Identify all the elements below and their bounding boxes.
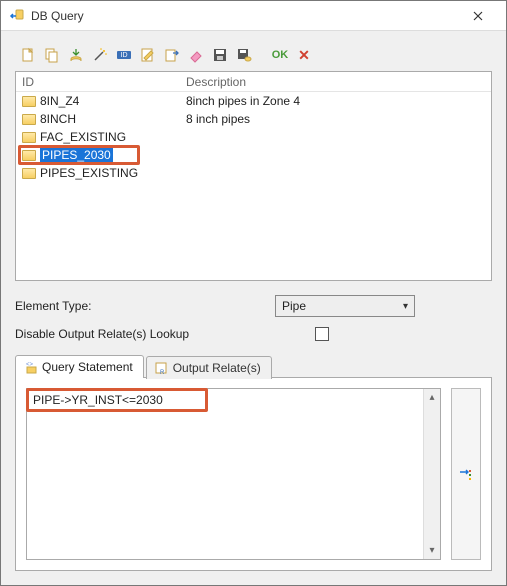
disable-lookup-label: Disable Output Relate(s) Lookup	[15, 327, 315, 341]
svg-text:ID: ID	[121, 52, 128, 59]
save-db-icon[interactable]	[235, 46, 253, 64]
header-desc[interactable]: Description	[186, 75, 491, 89]
item-desc: 8inch pipes in Zone 4	[186, 94, 491, 108]
tab-label: Output Relate(s)	[173, 361, 261, 375]
dialog-content: ID OK ✕ ID Description 8IN_Z4 8inch pipe…	[1, 31, 506, 585]
header-id[interactable]: ID	[16, 75, 186, 89]
query-editor-wrap: ▴ ▾	[16, 378, 451, 570]
disable-lookup-row: Disable Output Relate(s) Lookup	[15, 327, 492, 341]
item-id: FAC_EXISTING	[40, 130, 126, 144]
item-id: 8IN_Z4	[40, 94, 79, 108]
scrollbar[interactable]: ▴ ▾	[423, 389, 440, 559]
folder-icon	[22, 114, 36, 125]
close-button[interactable]	[458, 2, 498, 30]
scroll-up-icon[interactable]: ▴	[424, 389, 440, 406]
folder-icon	[22, 168, 36, 179]
list-item[interactable]: FAC_EXISTING	[16, 128, 491, 146]
list-header: ID Description	[16, 72, 491, 92]
item-id: PIPES_EXISTING	[40, 166, 138, 180]
save-icon[interactable]	[211, 46, 229, 64]
toolbar: ID OK ✕	[15, 45, 492, 71]
element-type-value: Pipe	[282, 299, 306, 313]
ok-button[interactable]: OK	[271, 46, 289, 64]
query-tab-icon: <>	[24, 360, 38, 374]
editor-panel: ▴ ▾	[15, 377, 492, 571]
folder-icon	[22, 150, 36, 161]
query-list[interactable]: ID Description 8IN_Z4 8inch pipes in Zon…	[15, 71, 492, 281]
list-item-selected[interactable]: PIPES_2030	[16, 146, 491, 164]
edit-icon[interactable]	[139, 46, 157, 64]
id-icon[interactable]: ID	[115, 46, 133, 64]
svg-text:R: R	[160, 370, 165, 375]
import-icon[interactable]	[67, 46, 85, 64]
query-editor[interactable]	[26, 388, 441, 560]
item-id: 8INCH	[40, 112, 76, 126]
folder-icon	[22, 132, 36, 143]
item-desc: 8 inch pipes	[186, 112, 491, 126]
tabs: <> Query Statement R Output Relate(s)	[15, 355, 492, 378]
list-item[interactable]: 8INCH 8 inch pipes	[16, 110, 491, 128]
tab-label: Query Statement	[42, 360, 133, 374]
tab-query-statement[interactable]: <> Query Statement	[15, 355, 144, 378]
list-item[interactable]: 8IN_Z4 8inch pipes in Zone 4	[16, 92, 491, 110]
titlebar: DB Query	[1, 1, 506, 31]
window-title: DB Query	[31, 9, 458, 23]
element-type-select[interactable]: Pipe ▾	[275, 295, 415, 317]
disable-lookup-checkbox[interactable]	[315, 327, 329, 341]
item-id: PIPES_2030	[40, 148, 113, 162]
element-type-label: Element Type:	[15, 299, 275, 313]
tab-output-relates[interactable]: R Output Relate(s)	[146, 356, 272, 379]
export-icon[interactable]	[163, 46, 181, 64]
list-item[interactable]: PIPES_EXISTING	[16, 164, 491, 182]
element-type-row: Element Type: Pipe ▾	[15, 295, 492, 317]
copy-icon[interactable]	[43, 46, 61, 64]
chevron-down-icon: ▾	[403, 301, 408, 312]
eraser-icon[interactable]	[187, 46, 205, 64]
scroll-down-icon[interactable]: ▾	[424, 542, 440, 559]
folder-icon	[22, 96, 36, 107]
wand-icon[interactable]	[91, 46, 109, 64]
run-query-button[interactable]	[451, 388, 481, 560]
app-icon	[9, 8, 25, 24]
output-tab-icon: R	[155, 361, 169, 375]
new-icon[interactable]	[19, 46, 37, 64]
cancel-button[interactable]: ✕	[295, 46, 313, 64]
